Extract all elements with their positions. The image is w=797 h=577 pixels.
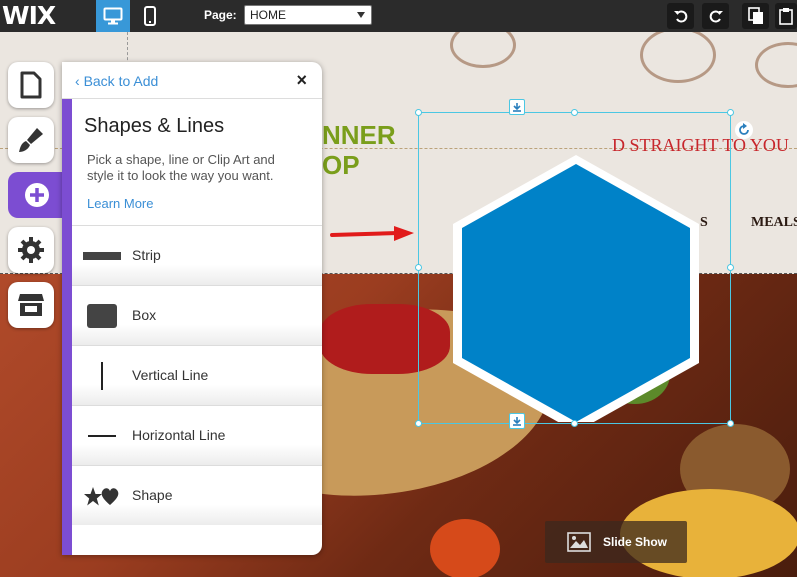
site-title-line2: OP xyxy=(322,150,360,180)
page-icon xyxy=(20,71,42,99)
rotate-handle[interactable] xyxy=(735,121,753,139)
site-title-line1: NNER xyxy=(322,120,396,150)
anchor-top-button[interactable] xyxy=(509,99,525,115)
mobile-view-button[interactable] xyxy=(133,0,167,32)
resize-handle-e[interactable] xyxy=(727,264,734,271)
page-select-value: HOME xyxy=(250,8,286,22)
wix-logo: WIX xyxy=(2,1,56,30)
page-select[interactable]: HOME xyxy=(244,5,372,25)
rotate-icon xyxy=(739,123,749,135)
learn-more-link[interactable]: Learn More xyxy=(87,196,153,211)
red-onion xyxy=(430,519,500,577)
box-icon xyxy=(82,286,122,346)
list-item-horizontal-line[interactable]: Horizontal Line xyxy=(72,405,322,465)
star-heart-shape-icon xyxy=(82,466,122,526)
slideshow-label: Slide Show xyxy=(602,535,667,549)
list-item-box[interactable]: Box xyxy=(72,285,322,345)
resize-handle-n[interactable] xyxy=(571,109,578,116)
undo-icon xyxy=(673,10,687,23)
panel-title: Shapes & Lines xyxy=(84,115,225,137)
list-item-label: Horizontal Line xyxy=(132,427,226,443)
app-market-button[interactable] xyxy=(8,282,54,328)
redo-icon xyxy=(709,10,723,23)
decorative-food-illustration xyxy=(640,32,716,83)
plus-circle-icon xyxy=(25,183,49,207)
resize-handle-ne[interactable] xyxy=(727,109,734,116)
settings-button[interactable] xyxy=(8,227,54,273)
list-item-vertical-line[interactable]: Vertical Line xyxy=(72,345,322,405)
anchor-down-icon xyxy=(513,103,521,112)
slideshow-widget[interactable]: Slide Show xyxy=(545,521,687,563)
horizontal-line-icon xyxy=(82,406,122,466)
nav-item-meals[interactable]: MEALS xyxy=(751,215,797,231)
resize-handle-s[interactable] xyxy=(571,420,578,427)
top-toolbar: WIX Page: HOME xyxy=(0,0,797,32)
resize-handle-nw[interactable] xyxy=(415,109,422,116)
mobile-icon xyxy=(144,6,156,26)
image-gallery-icon xyxy=(567,532,591,552)
decorative-food-illustration xyxy=(450,32,516,68)
anchor-bottom-button[interactable] xyxy=(509,413,525,429)
red-arrow-icon xyxy=(330,226,414,241)
close-panel-button[interactable]: × xyxy=(296,70,307,91)
redo-button[interactable] xyxy=(702,3,729,29)
panel-accent-bar xyxy=(62,99,72,555)
selection-frame xyxy=(418,112,731,424)
list-item-strip[interactable]: Strip xyxy=(72,225,322,285)
resize-handle-sw[interactable] xyxy=(415,420,422,427)
resize-handle-w[interactable] xyxy=(415,264,422,271)
paintbrush-icon xyxy=(19,128,43,152)
strip-icon xyxy=(82,226,122,286)
desktop-icon xyxy=(103,7,123,25)
add-button[interactable] xyxy=(8,172,66,218)
chevron-left-icon: ‹ xyxy=(75,73,84,89)
design-button[interactable] xyxy=(8,117,54,163)
panel-intro: Shapes & Lines Pick a shape, line or Cli… xyxy=(72,99,322,225)
decorative-food-illustration xyxy=(755,42,797,88)
page-label: Page: xyxy=(204,8,237,22)
copy-icon xyxy=(747,7,763,24)
store-icon xyxy=(18,294,44,316)
list-item-label: Strip xyxy=(132,247,161,263)
anchor-down-icon xyxy=(513,417,521,426)
panel-description: Pick a shape, line or Clip Art and style… xyxy=(87,152,275,183)
vertical-line-icon xyxy=(82,346,122,406)
shapes-lines-panel: ‹ Back to Add × Shapes & Lines Pick a sh… xyxy=(62,62,322,555)
paste-icon xyxy=(779,8,793,25)
back-to-add-label: Back to Add xyxy=(83,73,159,89)
paste-button[interactable] xyxy=(775,3,797,29)
copy-button[interactable] xyxy=(742,3,769,29)
back-to-add-link[interactable]: ‹ Back to Add xyxy=(75,73,158,89)
resize-handle-se[interactable] xyxy=(727,420,734,427)
pages-button[interactable] xyxy=(8,62,54,108)
list-item-label: Shape xyxy=(132,487,173,503)
list-item-shape[interactable]: Shape xyxy=(72,465,322,525)
gear-icon xyxy=(18,237,44,263)
list-item-label: Box xyxy=(132,307,157,323)
chevron-down-icon xyxy=(357,12,365,18)
site-title[interactable]: NNER OP xyxy=(322,120,396,180)
desktop-view-button[interactable] xyxy=(96,0,130,32)
panel-header-bar: ‹ Back to Add × xyxy=(62,62,322,99)
undo-button[interactable] xyxy=(667,3,694,29)
list-item-label: Vertical Line xyxy=(132,367,209,383)
